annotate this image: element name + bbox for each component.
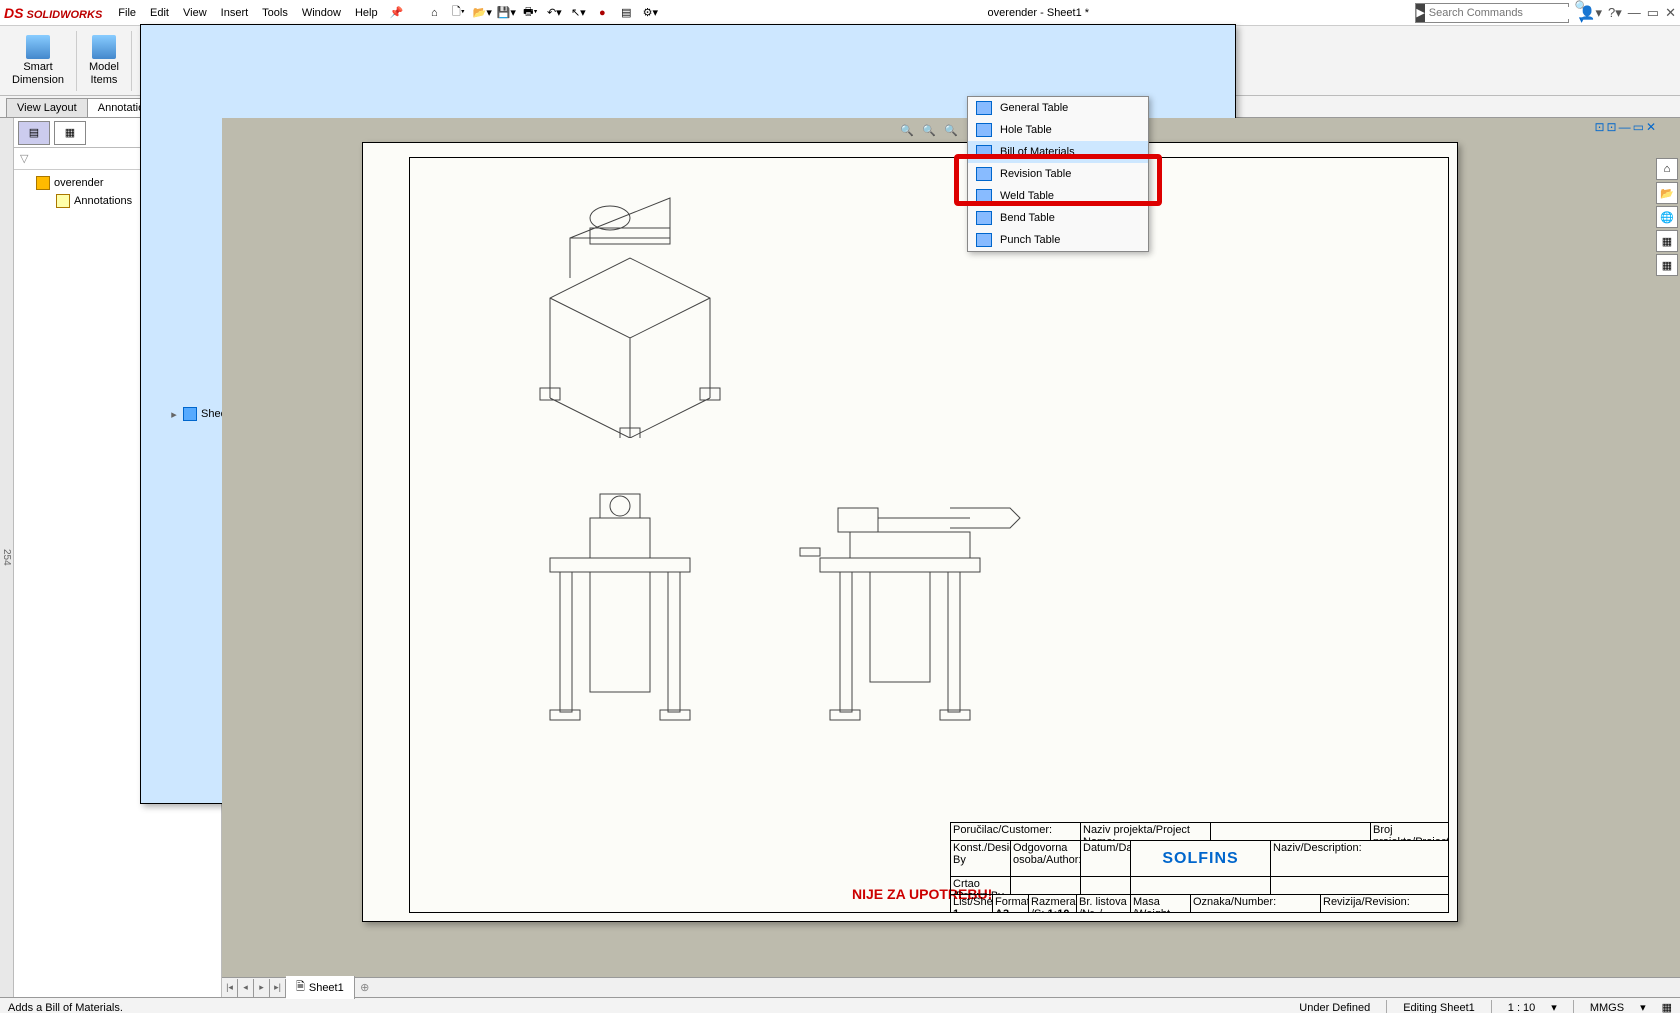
- quick-toolbar: ⌂ 🗋▾ 📂▾ 💾▾ 🖶▾ ↶▾ ↖▾ ● ▤ ⚙▾: [423, 3, 661, 23]
- zoom-fit-icon[interactable]: 🔍: [897, 120, 917, 140]
- menu-bar: File Edit View Insert Tools Window Help: [118, 7, 377, 19]
- add-sheet-icon[interactable]: ⊕: [355, 981, 375, 994]
- rt-appearance-icon[interactable]: 🌐: [1656, 206, 1678, 228]
- table-icon: [976, 189, 992, 203]
- rt-open-icon[interactable]: 📂: [1656, 182, 1678, 204]
- zoom-area-icon[interactable]: 🔍: [919, 120, 939, 140]
- user-icon[interactable]: 👤▾: [1579, 5, 1602, 21]
- isometric-view[interactable]: [510, 178, 750, 438]
- sheet-icon: 🗎: [296, 978, 305, 997]
- rebuild-icon[interactable]: ●: [591, 3, 613, 23]
- minimize-icon[interactable]: ―: [1628, 5, 1641, 20]
- feature-tree-tab-icon[interactable]: ▤: [18, 121, 50, 145]
- sheet-tabs: |◂ ◂ ▸ ▸| 🗎Sheet1 ⊕: [222, 977, 1680, 997]
- status-editing: Editing Sheet1: [1403, 1002, 1475, 1013]
- sheet-nav-last-icon[interactable]: ▸|: [270, 979, 286, 997]
- doc-close-icon[interactable]: ✕: [1646, 120, 1656, 134]
- left-ruler: 254: [0, 118, 14, 997]
- doc-back-icon[interactable]: ⊡: [1594, 120, 1604, 134]
- table-icon: [976, 101, 992, 115]
- menu-view[interactable]: View: [183, 7, 207, 19]
- status-hint: Adds a Bill of Materials.: [8, 1002, 123, 1013]
- doc-window-controls: ⊡ ⊡ ― ▭ ✕: [1594, 120, 1656, 134]
- status-units[interactable]: MMGS: [1590, 1002, 1624, 1013]
- zoom-prev-icon[interactable]: 🔍: [941, 120, 961, 140]
- menu-edit[interactable]: Edit: [150, 7, 169, 19]
- tab-view-layout[interactable]: View Layout: [6, 98, 88, 117]
- sheet-border: NIJE ZA UPOTREBU! Poručilac/Customer: Na…: [409, 157, 1449, 913]
- undo-icon[interactable]: ↶▾: [543, 3, 565, 23]
- rt-custom-icon[interactable]: ▦: [1656, 230, 1678, 252]
- doc-max-icon[interactable]: ▭: [1633, 120, 1644, 134]
- document-title: overender - Sheet1 *: [661, 7, 1415, 19]
- doc-fwd-icon[interactable]: ⊡: [1607, 120, 1617, 134]
- side-view[interactable]: [790, 478, 1030, 728]
- dd-punch-table[interactable]: Punch Table: [968, 229, 1148, 251]
- status-scale[interactable]: 1 : 10: [1508, 1002, 1536, 1013]
- select-icon[interactable]: ↖▾: [567, 3, 589, 23]
- home-icon[interactable]: ⌂: [423, 3, 445, 23]
- solfins-logo: SOLFINS: [1162, 850, 1238, 868]
- tables-dropdown: General Table Hole Table Bill of Materia…: [967, 96, 1149, 252]
- new-icon[interactable]: 🗋▾: [447, 3, 469, 23]
- search-box[interactable]: ▶ 🔍▾: [1415, 3, 1569, 23]
- options-icon[interactable]: ▤: [615, 3, 637, 23]
- status-under-defined: Under Defined: [1299, 1002, 1370, 1013]
- restore-icon[interactable]: ▭: [1647, 5, 1659, 21]
- search-input[interactable]: [1425, 7, 1575, 19]
- property-tab-icon[interactable]: ▦: [54, 121, 86, 145]
- menu-tools[interactable]: Tools: [262, 7, 288, 19]
- close-icon[interactable]: ✕: [1665, 5, 1676, 21]
- status-bar: Adds a Bill of Materials. Under Defined …: [0, 997, 1680, 1013]
- smart-dimension-button[interactable]: Smart Dimension: [6, 29, 70, 93]
- app-logo: DS SOLIDWORKS: [4, 5, 102, 21]
- rt-display-icon[interactable]: ▦: [1656, 254, 1678, 276]
- open-icon[interactable]: 📂▾: [471, 3, 493, 23]
- drawing-sheet[interactable]: NIJE ZA UPOTREBU! Poručilac/Customer: Na…: [362, 142, 1458, 922]
- sheet-tab-1[interactable]: 🗎Sheet1: [286, 976, 355, 999]
- right-toolbar: ⌂ 📂 🌐 ▦ ▦: [1656, 158, 1678, 276]
- rt-home-icon[interactable]: ⌂: [1656, 158, 1678, 180]
- sheet-nav-first-icon[interactable]: |◂: [222, 979, 238, 997]
- doc-min-icon[interactable]: ―: [1619, 120, 1631, 134]
- menu-insert[interactable]: Insert: [221, 7, 249, 19]
- print-icon[interactable]: 🖶▾: [519, 3, 541, 23]
- help-icon[interactable]: ?▾: [1608, 5, 1622, 21]
- model-items-button[interactable]: Model Items: [83, 29, 125, 93]
- status-options-icon[interactable]: ▦: [1662, 1001, 1672, 1013]
- dd-bill-of-materials[interactable]: Bill of Materials: [968, 141, 1148, 163]
- table-icon: [976, 123, 992, 137]
- save-icon[interactable]: 💾▾: [495, 3, 517, 23]
- dd-bend-table[interactable]: Bend Table: [968, 207, 1148, 229]
- table-icon: [976, 233, 992, 247]
- feature-manager-panel: ▤ ▦ › ▽ overender Annotations ▸Sheet1: [14, 118, 222, 997]
- menu-window[interactable]: Window: [302, 7, 341, 19]
- menu-help[interactable]: Help: [355, 7, 378, 19]
- titlebar: DS SOLIDWORKS File Edit View Insert Tool…: [0, 0, 1680, 26]
- dd-hole-table[interactable]: Hole Table: [968, 119, 1148, 141]
- table-icon: [976, 167, 992, 181]
- title-block: Poručilac/Customer: Naziv projekta/Proje…: [950, 822, 1448, 912]
- dd-general-table[interactable]: General Table: [968, 97, 1148, 119]
- menu-file[interactable]: File: [118, 7, 136, 19]
- dd-weld-table[interactable]: Weld Table: [968, 185, 1148, 207]
- settings-icon[interactable]: ⚙▾: [639, 3, 661, 23]
- sheet-nav-prev-icon[interactable]: ◂: [238, 979, 254, 997]
- tree-sheet1[interactable]: ▸Sheet1: [140, 170, 221, 804]
- window-controls: 👤▾ ?▾ ― ▭ ✕: [1579, 5, 1676, 21]
- table-icon: [976, 145, 992, 159]
- feature-tree: overender Annotations ▸Sheet1: [14, 170, 221, 997]
- sheet-nav-next-icon[interactable]: ▸: [254, 979, 270, 997]
- pin-icon[interactable]: 📌: [390, 6, 404, 19]
- search-cmd-icon: ▶: [1416, 4, 1424, 22]
- drawing-canvas[interactable]: 🔍 🔍 🔍 ✥ ◉ ⊡ ⊡ ― ▭ ✕ ⌂ 📂 🌐 ▦ ▦: [222, 118, 1680, 997]
- front-view[interactable]: [520, 478, 720, 728]
- dd-revision-table[interactable]: Revision Table: [968, 163, 1148, 185]
- table-icon: [976, 211, 992, 225]
